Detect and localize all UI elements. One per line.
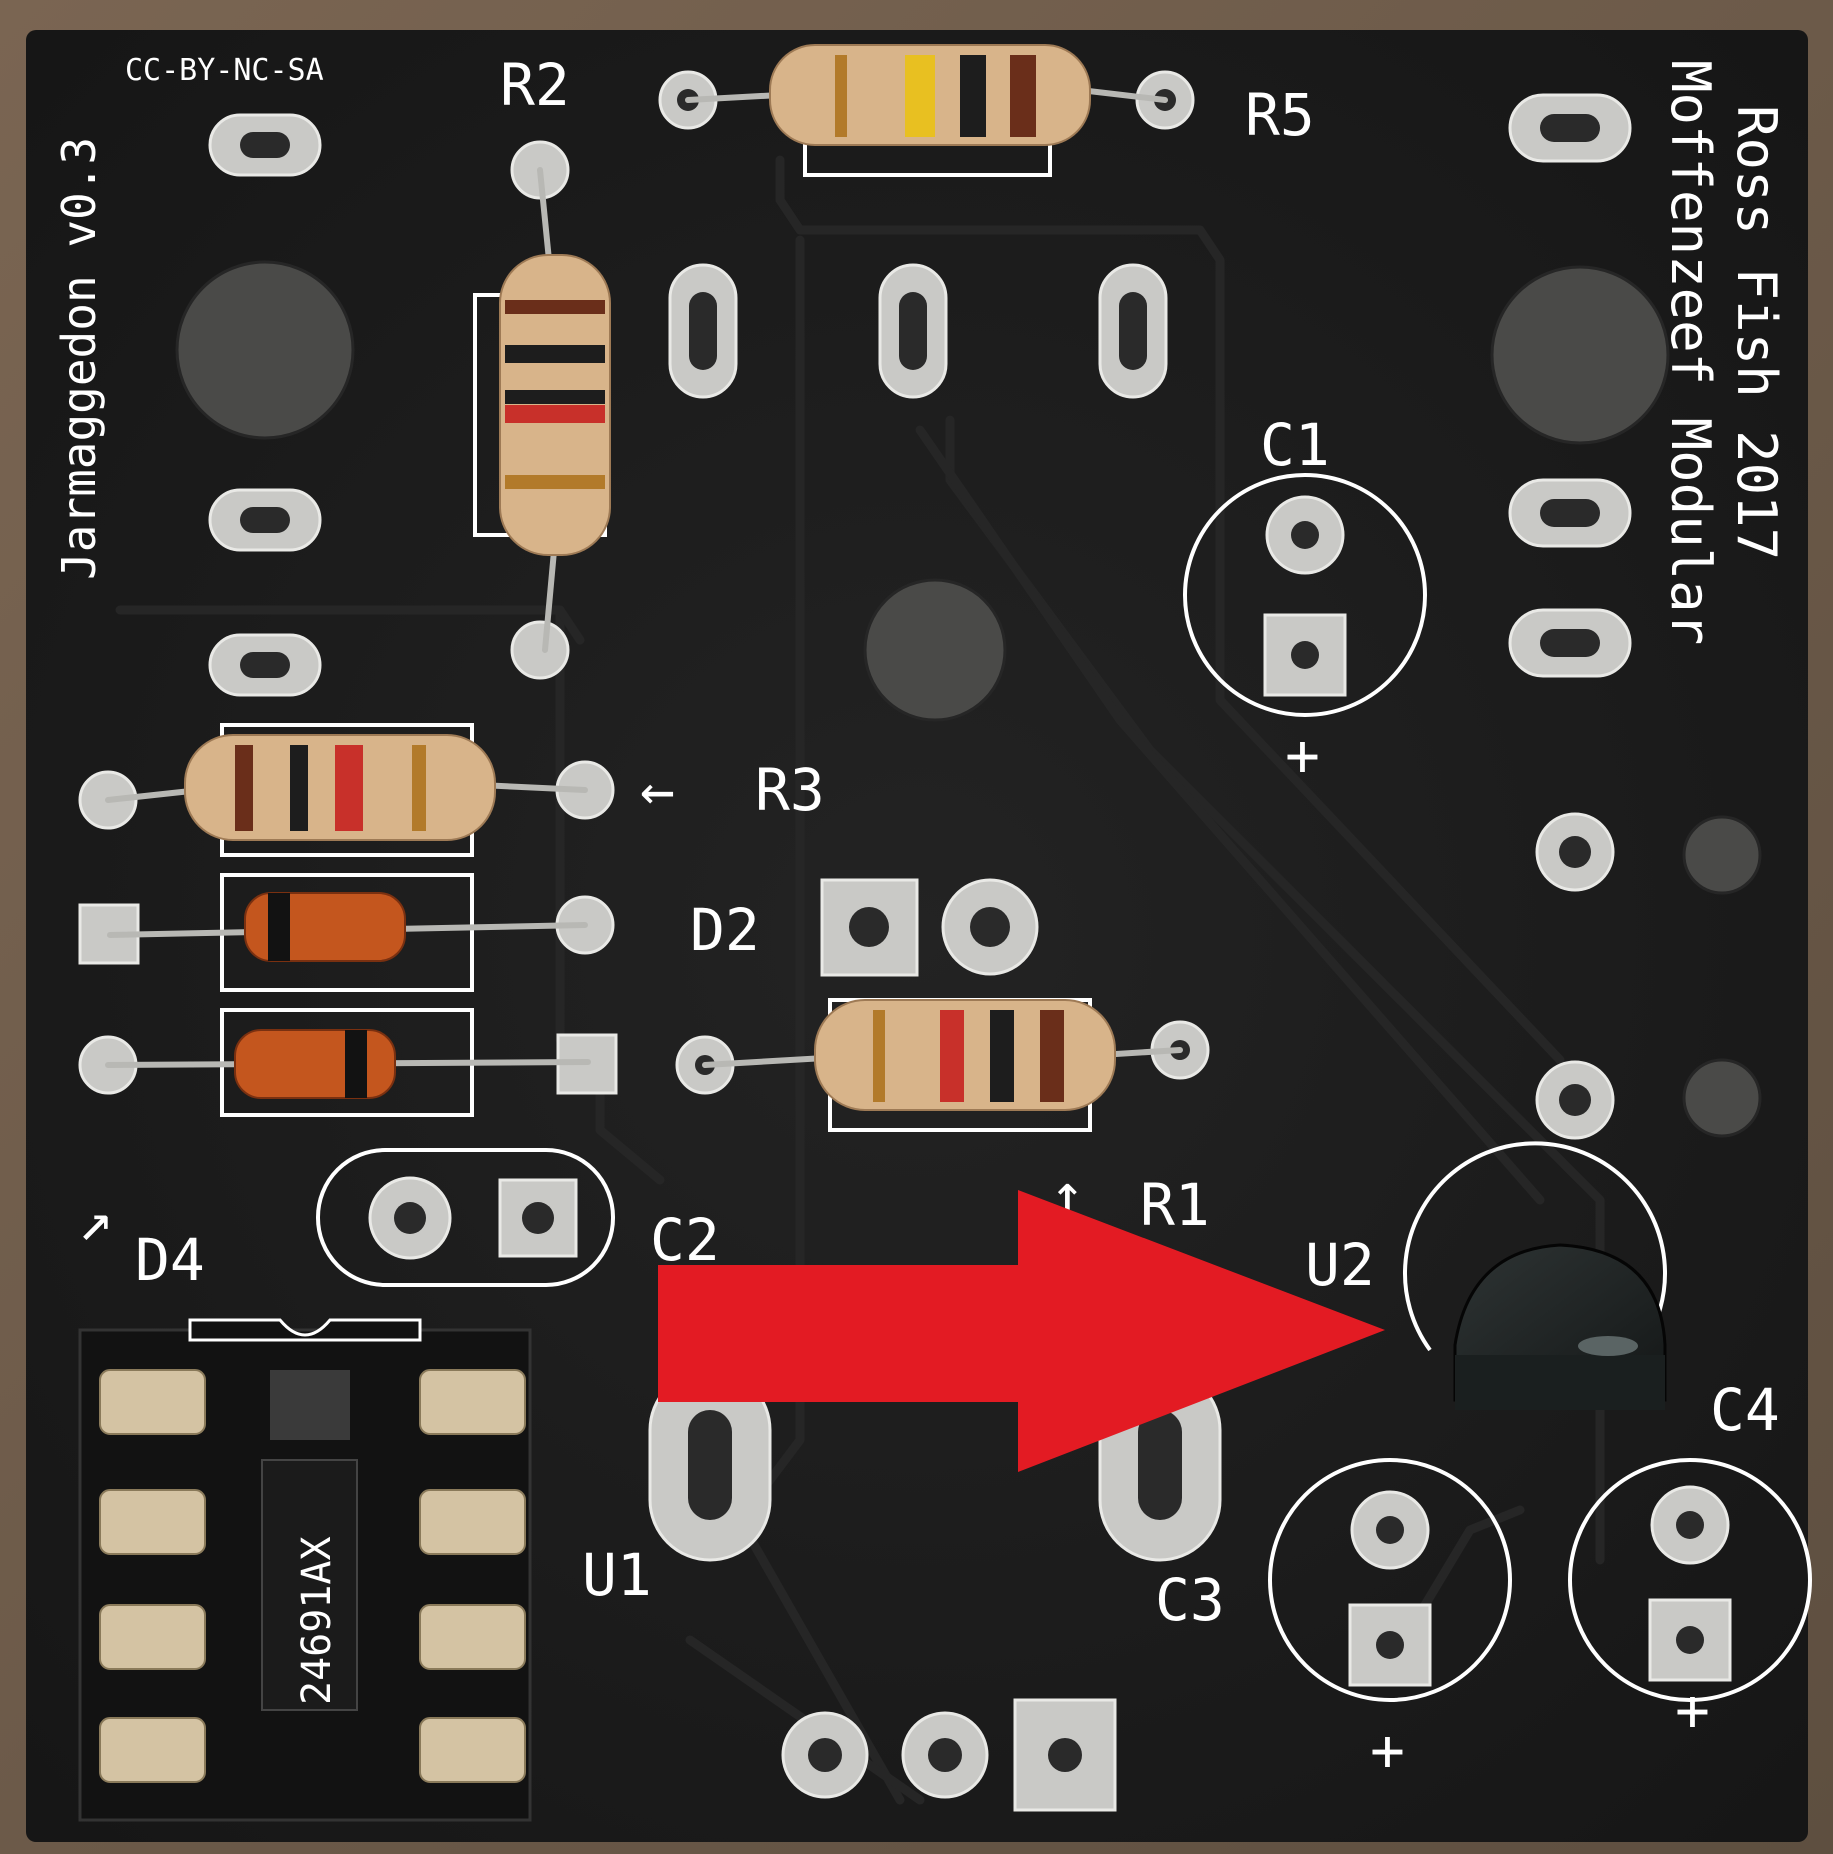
label-c1: C1 bbox=[1260, 411, 1330, 479]
plus-c3: + bbox=[1370, 1716, 1405, 1784]
label-u1: U1 bbox=[582, 1541, 652, 1609]
plus-c1: + bbox=[1285, 721, 1320, 789]
label-r2: R2 bbox=[500, 51, 570, 119]
project-name-text: Jarmaggedon v0.3 bbox=[52, 137, 106, 580]
label-c3: C3 bbox=[1155, 1566, 1225, 1634]
label-r1: R1 bbox=[1140, 1171, 1210, 1239]
label-d2: D2 bbox=[690, 896, 760, 964]
label-d4-arrow: ↗ bbox=[78, 1186, 113, 1254]
jack-hole-top-right bbox=[1490, 265, 1670, 445]
company-text: Moffenzeef Modular bbox=[1659, 60, 1722, 645]
label-r3: R3 bbox=[755, 756, 825, 824]
hole-right-lower bbox=[1682, 1058, 1762, 1138]
label-c2: C2 bbox=[650, 1206, 720, 1274]
label-d4: D4 bbox=[135, 1226, 205, 1294]
label-c4: C4 bbox=[1710, 1376, 1780, 1444]
hole-right-upper bbox=[1682, 815, 1762, 895]
pcb-photo: CC-BY-NC-SA Jarmaggedon v0.3 Ross Fish 2… bbox=[0, 0, 1833, 1854]
label-r3-arrow: ← bbox=[640, 756, 675, 824]
jack-hole-top-left bbox=[175, 260, 355, 440]
plus-c4: + bbox=[1675, 1676, 1710, 1744]
author-text: Ross Fish 2017 bbox=[1725, 105, 1788, 560]
license-text: CC-BY-NC-SA bbox=[125, 53, 324, 88]
pot-hole-center bbox=[863, 578, 1007, 722]
label-u2: U2 bbox=[1305, 1231, 1375, 1299]
label-r5: R5 bbox=[1245, 81, 1315, 149]
ic-marking: 24691AX bbox=[294, 1536, 340, 1705]
